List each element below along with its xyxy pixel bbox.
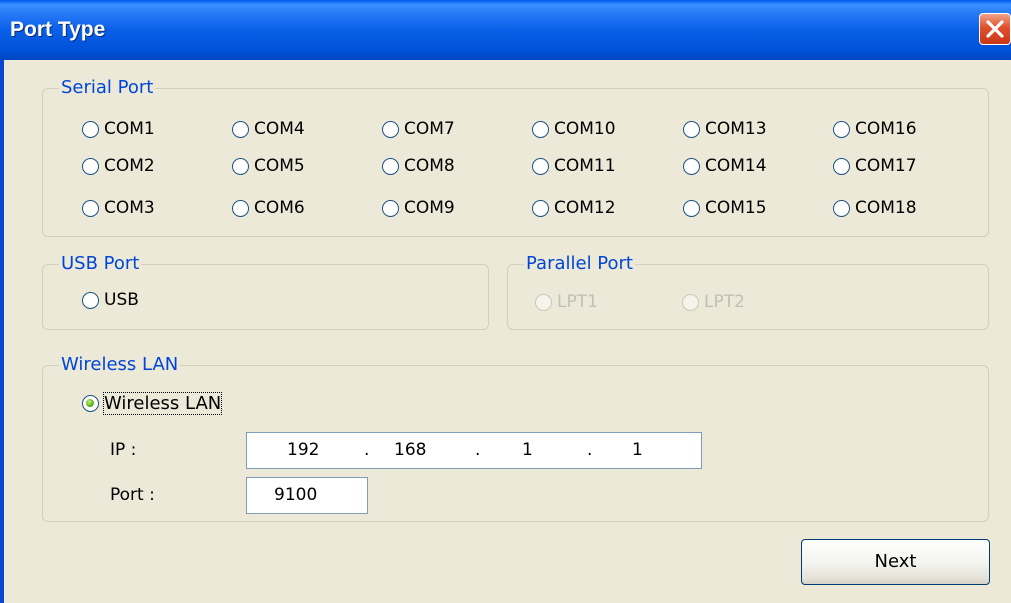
radio-circle[interactable] — [833, 120, 850, 138]
radio-lpt2: LPT2 — [682, 290, 745, 314]
radio-com7[interactable]: COM7 — [382, 117, 455, 141]
parallel-port-title: Parallel Port — [524, 252, 635, 276]
ip-dot: . — [364, 440, 370, 460]
port-field[interactable]: 9100 — [246, 477, 368, 514]
ip-octet-1[interactable]: 192 — [287, 440, 319, 460]
close-button[interactable] — [979, 13, 1011, 45]
serial-port-title: Serial Port — [59, 76, 156, 100]
ip-address-field[interactable]: 192 . 168 . 1 . 1 — [246, 432, 702, 469]
radio-circle[interactable] — [532, 157, 549, 175]
radio-circle[interactable] — [232, 157, 249, 175]
radio-circle — [682, 293, 699, 311]
close-icon — [986, 20, 1004, 38]
radio-circle[interactable] — [532, 120, 549, 138]
radio-com18[interactable]: COM18 — [833, 196, 917, 220]
radio-com15[interactable]: COM15 — [683, 196, 767, 220]
radio-circle[interactable] — [232, 120, 249, 138]
ip-dot: . — [475, 440, 481, 460]
wireless-lan-title: Wireless LAN — [59, 353, 181, 377]
radio-circle[interactable] — [82, 199, 99, 217]
radio-com10[interactable]: COM10 — [532, 117, 616, 141]
usb-port-title: USB Port — [59, 252, 142, 276]
radio-com8[interactable]: COM8 — [382, 154, 455, 178]
radio-circle[interactable] — [683, 120, 700, 138]
radio-usb[interactable]: USB — [82, 288, 139, 312]
ip-octet-3[interactable]: 1 — [522, 440, 533, 460]
radio-circle[interactable] — [82, 120, 99, 138]
radio-com2[interactable]: COM2 — [82, 154, 155, 178]
radio-com5[interactable]: COM5 — [232, 154, 305, 178]
radio-circle[interactable] — [382, 157, 399, 175]
radio-circle[interactable] — [82, 291, 99, 309]
window-title: Port Type — [10, 18, 106, 41]
radio-circle[interactable] — [683, 157, 700, 175]
radio-circle-checked[interactable] — [82, 394, 99, 412]
next-button[interactable]: Next — [801, 539, 990, 585]
ip-octet-2[interactable]: 168 — [394, 440, 426, 460]
radio-lpt1: LPT1 — [535, 290, 598, 314]
ip-octet-4[interactable]: 1 — [632, 440, 643, 460]
radio-circle[interactable] — [232, 199, 249, 217]
radio-circle[interactable] — [382, 199, 399, 217]
radio-circle[interactable] — [382, 120, 399, 138]
radio-com6[interactable]: COM6 — [232, 196, 305, 220]
ip-dot: . — [587, 440, 593, 460]
radio-circle[interactable] — [82, 157, 99, 175]
radio-wireless-lan[interactable]: Wireless LAN — [82, 391, 223, 415]
radio-com12[interactable]: COM12 — [532, 196, 616, 220]
radio-com1[interactable]: COM1 — [82, 117, 155, 141]
radio-com3[interactable]: COM3 — [82, 196, 155, 220]
radio-com13[interactable]: COM13 — [683, 117, 767, 141]
port-label: Port : — [110, 485, 155, 505]
radio-com14[interactable]: COM14 — [683, 154, 767, 178]
radio-com4[interactable]: COM4 — [232, 117, 305, 141]
radio-com16[interactable]: COM16 — [833, 117, 917, 141]
radio-circle[interactable] — [683, 199, 700, 217]
radio-circle — [535, 293, 552, 311]
title-bar[interactable]: Port Type — [0, 0, 1011, 60]
radio-com11[interactable]: COM11 — [532, 154, 616, 178]
radio-circle[interactable] — [833, 157, 850, 175]
radio-com17[interactable]: COM17 — [833, 154, 917, 178]
radio-circle[interactable] — [532, 199, 549, 217]
ip-label: IP : — [110, 440, 137, 460]
radio-com9[interactable]: COM9 — [382, 196, 455, 220]
radio-circle[interactable] — [833, 199, 850, 217]
wireless-lan-option-label: Wireless LAN — [102, 391, 223, 415]
